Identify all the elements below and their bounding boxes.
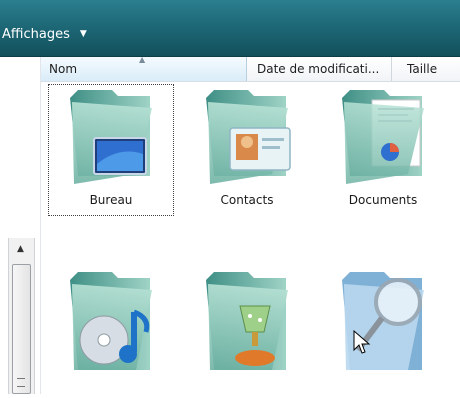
folder-item-games[interactable]	[184, 266, 310, 398]
command-bar: Affichages ▼	[0, 0, 460, 57]
views-button[interactable]: Affichages ▼	[0, 22, 87, 46]
column-header-date[interactable]: Date de modificati...	[247, 57, 392, 81]
folder-label: Contacts	[220, 193, 274, 207]
scrollbar-thumb[interactable]	[12, 264, 31, 394]
folder-item-contacts[interactable]: Contacts	[184, 84, 310, 216]
column-header-size-label: Taille	[407, 62, 438, 76]
folder-desktop-icon	[70, 90, 152, 184]
folder-games-icon	[206, 272, 288, 370]
mouse-cursor-icon	[353, 330, 371, 354]
views-label: Affichages	[2, 26, 70, 42]
folder-item-searches[interactable]	[320, 266, 446, 398]
navigation-scrollbar[interactable]: ▲	[8, 238, 35, 394]
column-headers: ▲ Nom Date de modificati... Taille	[41, 55, 460, 82]
column-header-size[interactable]: Taille	[392, 57, 460, 81]
folder-documents-icon	[342, 90, 424, 184]
folder-label: Bureau	[89, 193, 133, 207]
scroll-up-icon[interactable]: ▲	[12, 241, 29, 257]
column-header-name[interactable]: ▲ Nom	[41, 55, 247, 81]
folder-item-bureau[interactable]: Bureau	[48, 84, 174, 216]
sort-ascending-icon: ▲	[139, 55, 146, 64]
folder-item-documents[interactable]: Documents	[320, 84, 446, 216]
folder-searches-icon	[342, 272, 424, 370]
column-header-date-label: Date de modificati...	[257, 62, 380, 76]
folder-item-music[interactable]	[48, 266, 174, 398]
dropdown-arrow-icon: ▼	[79, 29, 87, 39]
folder-label: Documents	[348, 193, 418, 207]
folder-contacts-icon	[206, 90, 291, 184]
folder-music-icon	[70, 272, 152, 370]
column-header-name-label: Nom	[49, 62, 78, 76]
grip-icon	[17, 378, 25, 387]
